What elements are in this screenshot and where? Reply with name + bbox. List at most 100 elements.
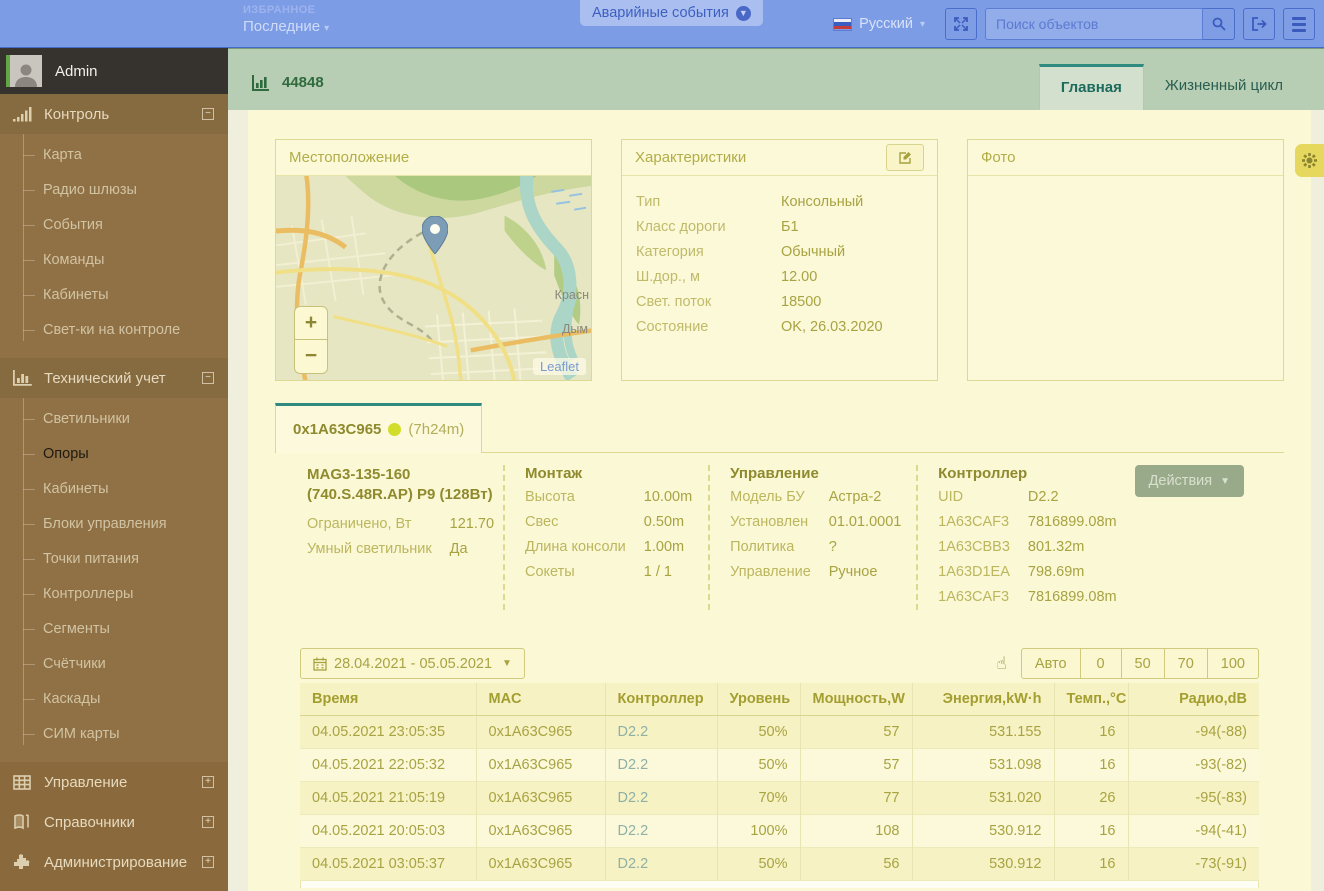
sidebar-item[interactable]: Блоки управления: [0, 507, 228, 542]
sidebar-section-header[interactable]: Управление +: [0, 762, 228, 802]
sidebar-item[interactable]: Кабинеты: [0, 472, 228, 507]
table-row: 04.05.2021 21:05:19 0x1A63C965 D2.2 70% 77 53…: [300, 781, 1259, 815]
search-icon: [1212, 17, 1226, 31]
field-value: Ручное: [828, 564, 878, 580]
field-label: Тип: [636, 194, 661, 210]
field-value: Консольный: [781, 194, 864, 210]
table-cell: 26: [1053, 781, 1128, 815]
sidebar-item[interactable]: Команды: [0, 243, 228, 278]
telemetry-table: Время MAC Контроллер Уровень Мощность,W Энерг…: [300, 683, 1259, 881]
sidebar-item[interactable]: События: [0, 208, 228, 243]
table-cell: 16: [1053, 847, 1128, 881]
sidebar-nav: Контроль − Карта Радио шлюзы События Команды К…: [0, 94, 228, 882]
sidebar-item[interactable]: Точки питания: [0, 542, 228, 577]
map-attribution[interactable]: Leaflet: [532, 358, 586, 375]
field-label: Сокеты: [525, 564, 575, 580]
search-button[interactable]: [1203, 8, 1235, 40]
collapse-icon[interactable]: −: [202, 108, 214, 120]
page-title: 44848: [252, 74, 324, 91]
favorites-dropdown[interactable]: Последние ▾: [243, 18, 329, 37]
field-value: 801.32m: [1027, 539, 1085, 555]
menu-button[interactable]: [1283, 8, 1315, 40]
language-selector[interactable]: Русский ▾: [833, 16, 925, 32]
table-cell: 04.05.2021 23:05:35: [312, 724, 446, 740]
sidebar-item[interactable]: Карта: [0, 138, 228, 173]
controller-link[interactable]: D2.2: [604, 715, 717, 749]
map-place-label: Дым: [561, 322, 588, 336]
sidebar-item[interactable]: Кабинеты: [0, 278, 228, 313]
collapse-icon[interactable]: −: [202, 372, 214, 384]
table-cell: 530.912: [911, 814, 1054, 848]
level-button-70[interactable]: 70: [1163, 648, 1208, 679]
controller-link[interactable]: D2.2: [604, 814, 717, 848]
column-header: Темп.,°C: [1053, 683, 1128, 716]
sidebar-item[interactable]: Сегменты: [0, 612, 228, 647]
map-marker-icon[interactable]: [422, 216, 448, 254]
sidebar-section-header[interactable]: Администрирование +: [0, 842, 228, 882]
table-cell: 50%: [716, 748, 800, 782]
photo-empty-area: [968, 176, 1283, 380]
sidebar-item[interactable]: Радио шлюзы: [0, 173, 228, 208]
field-value: 7816899.08m: [1027, 514, 1117, 530]
field-value: 01.01.0001: [828, 514, 902, 530]
sidebar-item[interactable]: Свет-ки на контроле: [0, 313, 228, 348]
table-toolbar: 28.04.2021 - 05.05.2021 ▼ ☝ Авто 0 50 70 100: [300, 648, 1259, 679]
level-button-100[interactable]: 100: [1206, 648, 1259, 679]
controller-column: Контроллер UID D2.2 1A63CAF3 7816899.08m 1A6…: [916, 465, 1134, 610]
map-place-label: Красн: [554, 288, 589, 302]
expand-icon[interactable]: +: [202, 856, 214, 868]
sidebar-section-header[interactable]: Контроль −: [0, 94, 228, 134]
field-value: D2.2: [1027, 489, 1059, 505]
actions-button[interactable]: Действия ▼: [1134, 465, 1244, 497]
controller-link[interactable]: D2.2: [604, 781, 717, 815]
device-uptime: (7h24m): [408, 421, 465, 438]
tab-main[interactable]: Главная: [1038, 64, 1144, 110]
location-panel: Местоположение + − Красн Дым Leaflet: [275, 139, 592, 381]
logout-button[interactable]: [1243, 8, 1275, 40]
column-header: Время: [300, 683, 476, 716]
sidebar-item[interactable]: Опоры: [0, 437, 228, 472]
user-row[interactable]: Admin: [0, 48, 228, 94]
search-input[interactable]: [985, 8, 1203, 40]
table-cell: -93(-82): [1127, 748, 1259, 782]
date-range-button[interactable]: 28.04.2021 - 05.05.2021 ▼: [300, 648, 525, 679]
sidebar-item[interactable]: Каскады: [0, 682, 228, 717]
emergency-events-button[interactable]: Аварийные события ▼: [580, 0, 763, 26]
field-label: Установлен: [730, 514, 809, 530]
level-button-50[interactable]: 50: [1120, 648, 1165, 679]
device-tab[interactable]: 0x1A63C965 (7h24m): [275, 403, 483, 453]
level-button-0[interactable]: 0: [1079, 648, 1122, 679]
controller-link[interactable]: D2.2: [604, 847, 717, 881]
settings-gear-tab[interactable]: [1295, 144, 1324, 177]
sidebar-item[interactable]: СИМ карты: [0, 717, 228, 752]
partial-next-row: [300, 881, 1259, 888]
field-value: ?: [828, 539, 837, 555]
sidebar-item[interactable]: Счётчики: [0, 647, 228, 682]
edit-button[interactable]: [886, 144, 924, 171]
expand-icon[interactable]: +: [202, 776, 214, 788]
sidebar-section-header[interactable]: Справочники +: [0, 802, 228, 842]
table-cell: 0x1A63C965: [475, 781, 605, 815]
edit-icon: [898, 152, 911, 164]
controller-link[interactable]: D2.2: [604, 748, 717, 782]
field-label: 1A63D1EA: [938, 564, 1010, 580]
level-button-Авто[interactable]: Авто: [1020, 648, 1081, 679]
tabs: Главная Жизненный цикл: [1038, 64, 1304, 110]
field-value: Обычный: [781, 244, 846, 260]
field-value: Астра-2: [828, 489, 882, 505]
sidebar-section-header[interactable]: Технический учет −: [0, 358, 228, 398]
sidebar-item[interactable]: Контроллеры: [0, 577, 228, 612]
sidebar-section-items: Карта Радио шлюзы События Команды Кабинеты Св…: [0, 134, 228, 358]
tab-lifecycle[interactable]: Жизненный цикл: [1144, 64, 1304, 110]
map[interactable]: + − Красн Дым Leaflet: [276, 176, 591, 380]
zoom-out-icon[interactable]: −: [295, 340, 327, 373]
column-header: Мощность,W: [799, 683, 912, 716]
logout-icon: [1252, 17, 1267, 31]
field-label: Политика: [730, 539, 795, 555]
fullscreen-button[interactable]: [945, 8, 977, 40]
zoom-in-icon[interactable]: +: [295, 307, 327, 340]
table-cell: 0x1A63C965: [475, 715, 605, 749]
sidebar-item[interactable]: Светильники: [0, 402, 228, 437]
sidebar-section-label: Технический учет: [44, 369, 166, 387]
expand-icon[interactable]: +: [202, 816, 214, 828]
